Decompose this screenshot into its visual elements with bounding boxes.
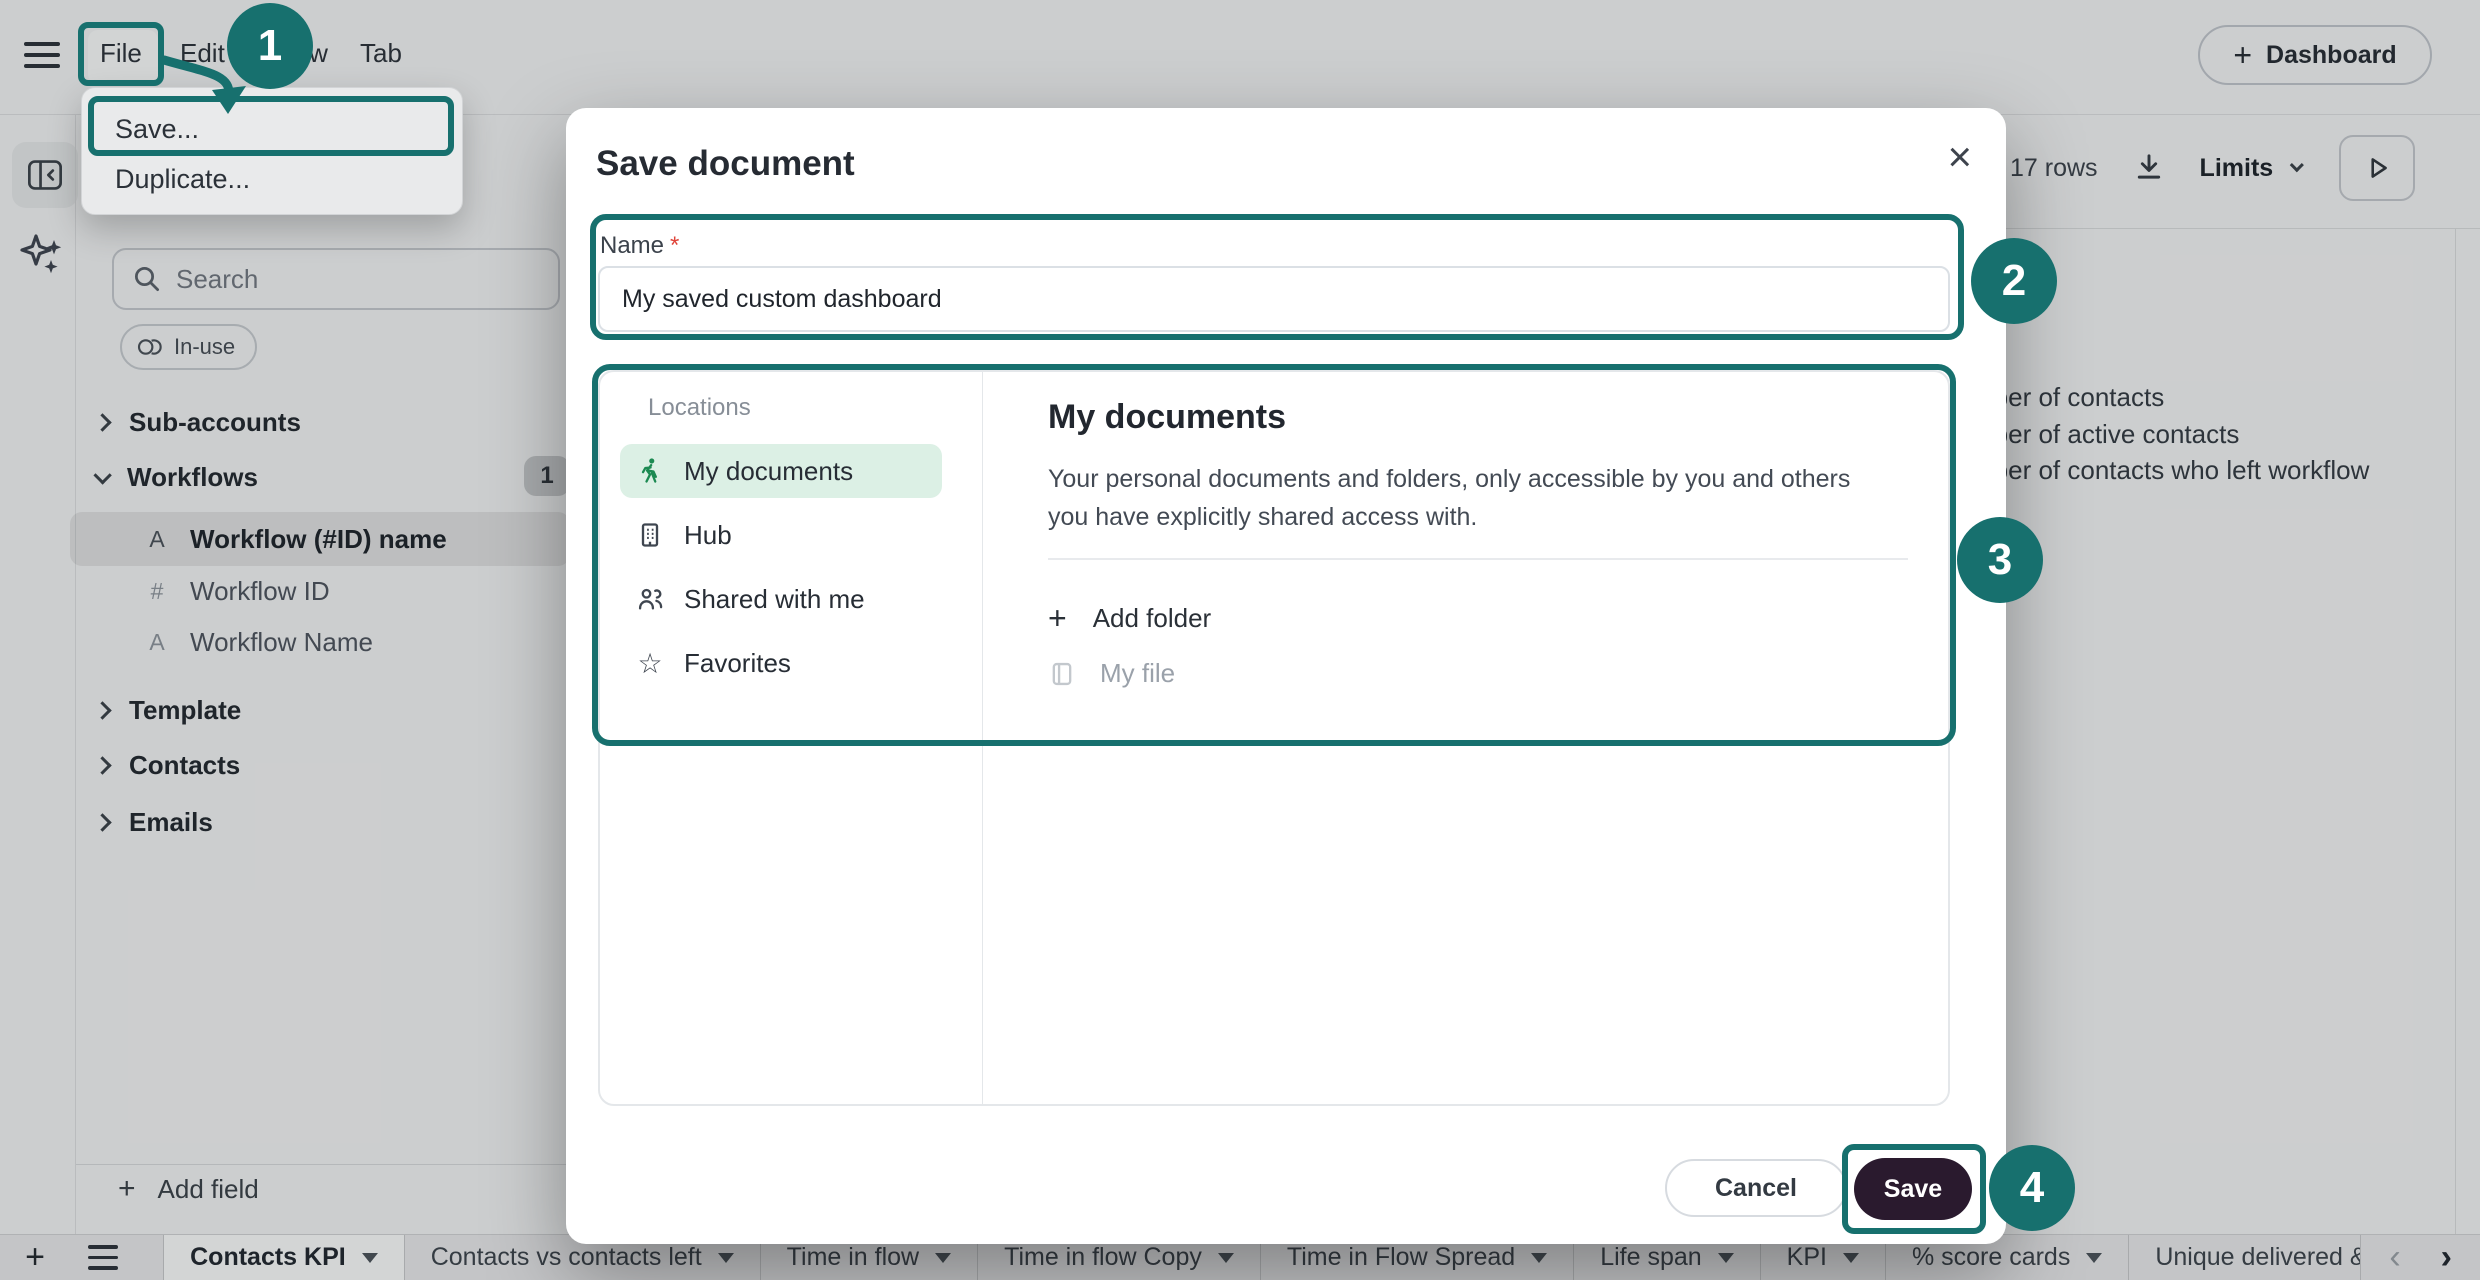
cancel-button[interactable]: Cancel xyxy=(1665,1159,1847,1217)
location-item-hub[interactable]: Hub xyxy=(620,508,942,562)
location-picker: Locations My documents Hub xyxy=(598,370,1950,1106)
step-badge-1: 1 xyxy=(227,3,313,89)
selected-location-heading: My documents xyxy=(1048,398,1286,437)
add-folder-label: Add folder xyxy=(1093,603,1212,634)
step-badge-4: 4 xyxy=(1989,1145,2075,1231)
selected-location-description: Your personal documents and folders, onl… xyxy=(1048,460,1878,536)
close-button[interactable]: × xyxy=(1947,136,1972,178)
star-icon: ☆ xyxy=(636,647,664,680)
menu-item-duplicate[interactable]: Duplicate... xyxy=(115,164,250,195)
app-screen: File Edit View Tab + Dashboard xyxy=(0,0,2480,1280)
my-file-label: My file xyxy=(1100,658,1175,689)
locations-title: Locations xyxy=(648,394,751,422)
required-asterisk: * xyxy=(670,232,679,259)
panel-divider xyxy=(982,372,983,1104)
name-field-label: Name* xyxy=(600,232,679,260)
book-icon xyxy=(1048,660,1076,688)
name-input[interactable] xyxy=(598,266,1950,332)
building-icon xyxy=(636,521,664,549)
location-item-shared-with-me[interactable]: Shared with me xyxy=(620,572,942,626)
modal-title: Save document xyxy=(596,144,855,184)
save-button[interactable]: Save xyxy=(1854,1158,1972,1220)
location-item-my-documents[interactable]: My documents xyxy=(620,444,942,498)
location-item-favorites[interactable]: ☆ Favorites xyxy=(620,636,942,690)
folder-list-divider xyxy=(1048,558,1908,560)
people-icon xyxy=(636,585,664,613)
file-item-my-file[interactable]: My file xyxy=(1048,658,1175,689)
step-badge-3: 3 xyxy=(1957,517,2043,603)
person-walking-icon xyxy=(636,457,664,485)
step-badge-2: 2 xyxy=(1971,238,2057,324)
plus-icon: + xyxy=(1048,600,1067,637)
save-document-modal: Save document × Name* Locations My docum… xyxy=(566,108,2006,1244)
add-folder-button[interactable]: + Add folder xyxy=(1048,600,1211,637)
